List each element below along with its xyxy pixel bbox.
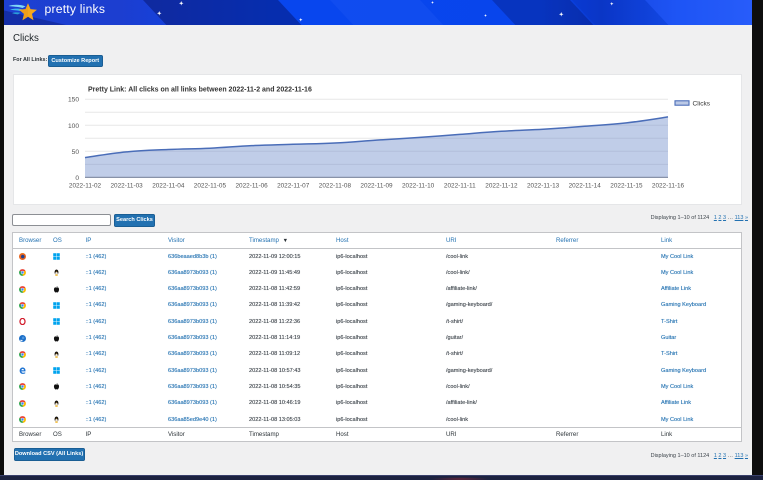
svg-text:2022-11-13: 2022-11-13	[527, 182, 560, 189]
svg-text:0: 0	[75, 175, 79, 182]
svg-text:2022-11-12: 2022-11-12	[485, 182, 518, 189]
svg-text:2022-11-16: 2022-11-16	[652, 182, 685, 189]
svg-text:2022-11-03: 2022-11-03	[110, 182, 143, 189]
svg-text:Pretty Link: All clicks on all: Pretty Link: All clicks on all links bet…	[88, 86, 312, 93]
svg-text:2022-11-02: 2022-11-02	[69, 182, 102, 189]
svg-text:2022-11-07: 2022-11-07	[277, 182, 310, 189]
svg-text:2022-11-11: 2022-11-11	[444, 182, 476, 189]
svg-text:150: 150	[68, 97, 79, 104]
svg-text:100: 100	[68, 123, 79, 130]
svg-text:2022-11-04: 2022-11-04	[152, 182, 185, 189]
svg-text:2022-11-06: 2022-11-06	[235, 182, 268, 189]
svg-text:2022-11-09: 2022-11-09	[360, 182, 393, 189]
svg-text:Clicks: Clicks	[693, 100, 711, 107]
svg-text:2022-11-14: 2022-11-14	[569, 182, 602, 189]
svg-text:50: 50	[72, 149, 80, 156]
svg-text:2022-11-05: 2022-11-05	[194, 182, 227, 189]
svg-text:2022-11-10: 2022-11-10	[402, 182, 435, 189]
svg-text:2022-11-08: 2022-11-08	[319, 182, 352, 189]
svg-text:2022-11-15: 2022-11-15	[610, 182, 643, 189]
